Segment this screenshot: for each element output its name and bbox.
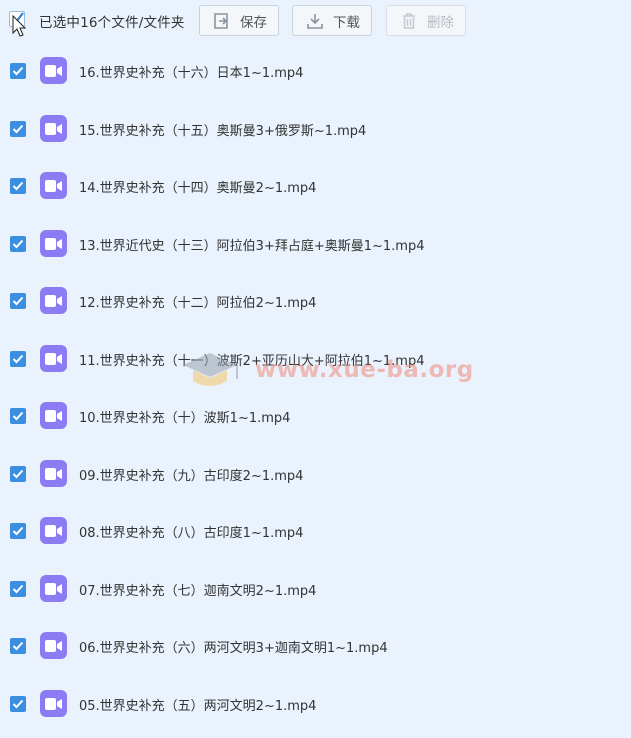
file-checkbox[interactable] <box>10 465 26 482</box>
check-icon <box>12 296 24 306</box>
file-row[interactable]: 12.世界史补充（十二）阿拉伯2~1.mp4 <box>0 272 631 329</box>
file-checkbox[interactable] <box>10 293 26 309</box>
save-label: 保存 <box>240 14 267 31</box>
file-checkbox[interactable] <box>10 120 26 137</box>
file-name[interactable]: 05.世界史补充（五）两河文明2~1.mp4 <box>79 695 316 714</box>
check-icon <box>12 239 24 248</box>
file-name[interactable]: 16.世界史补充（十六）日本1~1.mp4 <box>79 62 303 81</box>
video-icon <box>40 459 67 487</box>
file-name[interactable]: 06.世界史补充（六）两河文明3+迦南文明1~1.mp4 <box>79 637 388 656</box>
file-row[interactable]: 15.世界史补充（十五）奥斯曼3+俄罗斯~1.mp4 <box>0 100 631 157</box>
video-icon <box>40 57 67 84</box>
delete-label: 删除 <box>427 14 454 31</box>
check-icon <box>12 469 24 478</box>
file-name[interactable]: 12.世界史补充（十二）阿拉伯2~1.mp4 <box>79 292 316 311</box>
video-icon <box>40 517 67 544</box>
file-name[interactable]: 08.世界史补充（八）古印度1~1.mp4 <box>79 522 303 541</box>
video-icon <box>40 229 67 257</box>
save-button[interactable]: 保存 <box>199 5 279 36</box>
check-icon <box>12 641 24 651</box>
trash-icon <box>399 11 421 31</box>
check-icon <box>12 354 24 363</box>
file-name[interactable]: 15.世界史补充（十五）奥斯曼3+俄罗斯~1.mp4 <box>79 120 366 139</box>
video-icon <box>40 114 67 142</box>
delete-button[interactable]: 删除 <box>386 5 466 36</box>
check-icon <box>12 124 24 133</box>
video-icon <box>40 574 67 602</box>
video-icon <box>40 344 67 372</box>
check-icon <box>12 66 24 76</box>
file-checkbox[interactable] <box>10 523 26 539</box>
check-icon <box>12 181 24 191</box>
file-row[interactable]: 13.世界近代史（十三）阿拉伯3+拜占庭+奥斯曼1~1.mp4 <box>0 215 631 272</box>
file-row[interactable]: 06.世界史补充（六）两河文明3+迦南文明1~1.mp4 <box>0 617 631 674</box>
check-icon <box>12 411 24 421</box>
file-checkbox[interactable] <box>10 63 26 79</box>
video-icon <box>40 689 67 717</box>
file-row[interactable]: 11.世界史补充（十一）波斯2+亚历山大+阿拉伯1~1.mp4 <box>0 330 631 387</box>
file-checkbox[interactable] <box>10 408 26 424</box>
file-row[interactable]: 07.世界史补充（七）迦南文明2~1.mp4 <box>0 560 631 617</box>
check-icon <box>12 699 24 708</box>
file-checkbox[interactable] <box>10 235 26 252</box>
file-row[interactable]: 09.世界史补充（九）古印度2~1.mp4 <box>0 445 631 502</box>
save-icon <box>212 11 234 31</box>
download-icon <box>305 11 327 31</box>
file-name[interactable]: 14.世界史补充（十四）奥斯曼2~1.mp4 <box>79 177 316 196</box>
file-name[interactable]: 09.世界史补充（九）古印度2~1.mp4 <box>79 465 303 484</box>
selection-count-text: 已选中16个文件/文件夹 <box>39 15 185 31</box>
file-row[interactable]: 14.世界史补充（十四）奥斯曼2~1.mp4 <box>0 157 631 214</box>
check-icon <box>12 526 24 536</box>
file-checkbox[interactable] <box>10 695 26 712</box>
file-row[interactable]: 05.世界史补充（五）两河文明2~1.mp4 <box>0 675 631 732</box>
file-name[interactable]: 11.世界史补充（十一）波斯2+亚历山大+阿拉伯1~1.mp4 <box>79 350 424 369</box>
download-label: 下载 <box>333 14 360 31</box>
video-icon <box>40 287 67 314</box>
file-checkbox[interactable] <box>10 580 26 597</box>
video-icon <box>40 172 67 199</box>
mouse-cursor-icon <box>12 15 26 37</box>
file-row[interactable]: 08.世界史补充（八）古印度1~1.mp4 <box>0 502 631 559</box>
video-icon <box>40 402 67 429</box>
file-checkbox[interactable] <box>10 178 26 194</box>
file-name[interactable]: 13.世界近代史（十三）阿拉伯3+拜占庭+奥斯曼1~1.mp4 <box>79 235 424 254</box>
file-checkbox[interactable] <box>10 350 26 367</box>
video-icon <box>40 632 67 659</box>
file-row[interactable]: 16.世界史补充（十六）日本1~1.mp4 <box>0 42 631 99</box>
file-row[interactable]: 10.世界史补充（十）波斯1~1.mp4 <box>0 387 631 444</box>
file-name[interactable]: 07.世界史补充（七）迦南文明2~1.mp4 <box>79 580 316 599</box>
toolbar: 已选中16个文件/文件夹 保存 下载 删除 <box>0 0 631 42</box>
file-name[interactable]: 10.世界史补充（十）波斯1~1.mp4 <box>79 407 290 426</box>
download-button[interactable]: 下载 <box>292 5 372 36</box>
file-checkbox[interactable] <box>10 638 26 654</box>
check-icon <box>12 584 24 593</box>
